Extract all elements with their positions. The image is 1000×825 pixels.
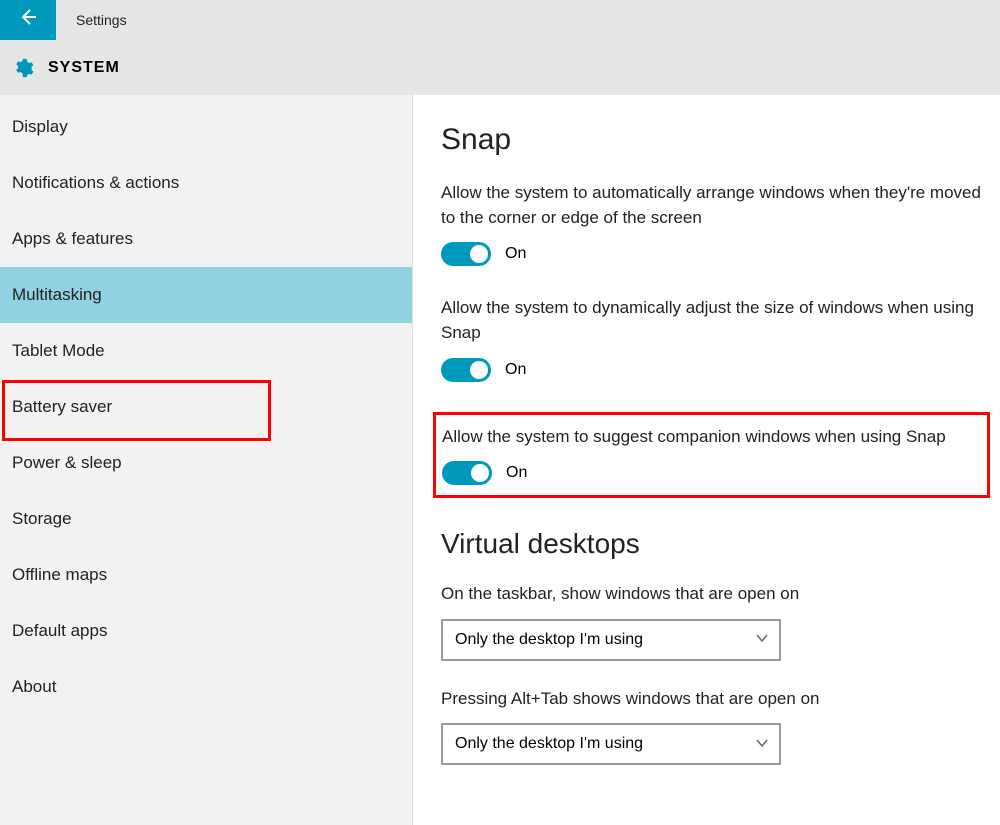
dropdown-taskbar[interactable]: Only the desktop I'm using (441, 619, 781, 661)
setting-label: Allow the system to dynamically adjust t… (441, 296, 981, 345)
sidebar-item-label: Display (12, 117, 68, 136)
sidebar-item-storage[interactable]: Storage (0, 491, 412, 547)
sidebar-item-notifications[interactable]: Notifications & actions (0, 155, 412, 211)
dropdown-value: Only the desktop I'm using (455, 735, 643, 753)
sidebar: Display Notifications & actions Apps & f… (0, 95, 413, 825)
sidebar-item-label: Power & sleep (12, 453, 122, 472)
body: Display Notifications & actions Apps & f… (0, 95, 1000, 825)
toggle-suggest[interactable] (442, 461, 492, 485)
header: SYSTEM (0, 40, 1000, 95)
sidebar-item-label: Multitasking (12, 285, 102, 304)
dropdown-alttab[interactable]: Only the desktop I'm using (441, 723, 781, 765)
sidebar-item-display[interactable]: Display (0, 99, 412, 155)
back-arrow-icon (18, 7, 38, 33)
snap-setting-resize: Allow the system to dynamically adjust t… (441, 296, 990, 381)
sidebar-item-label: Battery saver (12, 397, 112, 416)
setting-label: Allow the system to suggest companion wi… (442, 425, 981, 450)
toggle-knob (470, 361, 488, 379)
header-label: SYSTEM (48, 59, 120, 77)
snap-setting-arrange: Allow the system to automatically arrang… (441, 181, 990, 266)
setting-label: Allow the system to automatically arrang… (441, 181, 981, 230)
virtual-desktops-heading: Virtual desktops (441, 528, 990, 560)
sidebar-item-label: Apps & features (12, 229, 133, 248)
content: Snap Allow the system to automatically a… (413, 95, 1000, 825)
sidebar-item-tablet-mode[interactable]: Tablet Mode (0, 323, 412, 379)
sidebar-item-label: Tablet Mode (12, 341, 105, 360)
sidebar-item-label: About (12, 677, 56, 696)
window-title: Settings (76, 12, 127, 28)
sidebar-item-default-apps[interactable]: Default apps (0, 603, 412, 659)
toggle-knob (470, 245, 488, 263)
gear-icon (12, 57, 34, 79)
snap-heading: Snap (441, 123, 990, 157)
back-button[interactable] (0, 0, 56, 40)
sidebar-item-about[interactable]: About (0, 659, 412, 715)
toggle-row: On (441, 358, 990, 382)
vd-alttab-setting: Pressing Alt+Tab shows windows that are … (441, 687, 990, 766)
setting-label: On the taskbar, show windows that are op… (441, 582, 981, 607)
toggle-row: On (441, 242, 990, 266)
sidebar-item-offline-maps[interactable]: Offline maps (0, 547, 412, 603)
snap-setting-suggest-highlighted: Allow the system to suggest companion wi… (433, 412, 990, 499)
sidebar-item-multitasking[interactable]: Multitasking (0, 267, 412, 323)
toggle-resize[interactable] (441, 358, 491, 382)
toggle-row: On (442, 461, 981, 485)
toggle-knob (471, 464, 489, 482)
titlebar: Settings (0, 0, 1000, 40)
sidebar-item-power-sleep[interactable]: Power & sleep (0, 435, 412, 491)
sidebar-item-label: Offline maps (12, 565, 107, 584)
sidebar-item-label: Default apps (12, 621, 107, 640)
sidebar-item-label: Storage (12, 509, 72, 528)
setting-label: Pressing Alt+Tab shows windows that are … (441, 687, 981, 712)
chevron-down-icon (755, 736, 769, 753)
sidebar-item-label: Notifications & actions (12, 173, 179, 192)
toggle-state: On (506, 464, 527, 482)
vd-taskbar-setting: On the taskbar, show windows that are op… (441, 582, 990, 661)
chevron-down-icon (755, 631, 769, 648)
dropdown-value: Only the desktop I'm using (455, 631, 643, 649)
toggle-state: On (505, 245, 526, 263)
sidebar-item-apps-features[interactable]: Apps & features (0, 211, 412, 267)
toggle-state: On (505, 361, 526, 379)
toggle-arrange[interactable] (441, 242, 491, 266)
sidebar-item-battery-saver[interactable]: Battery saver (0, 379, 412, 435)
